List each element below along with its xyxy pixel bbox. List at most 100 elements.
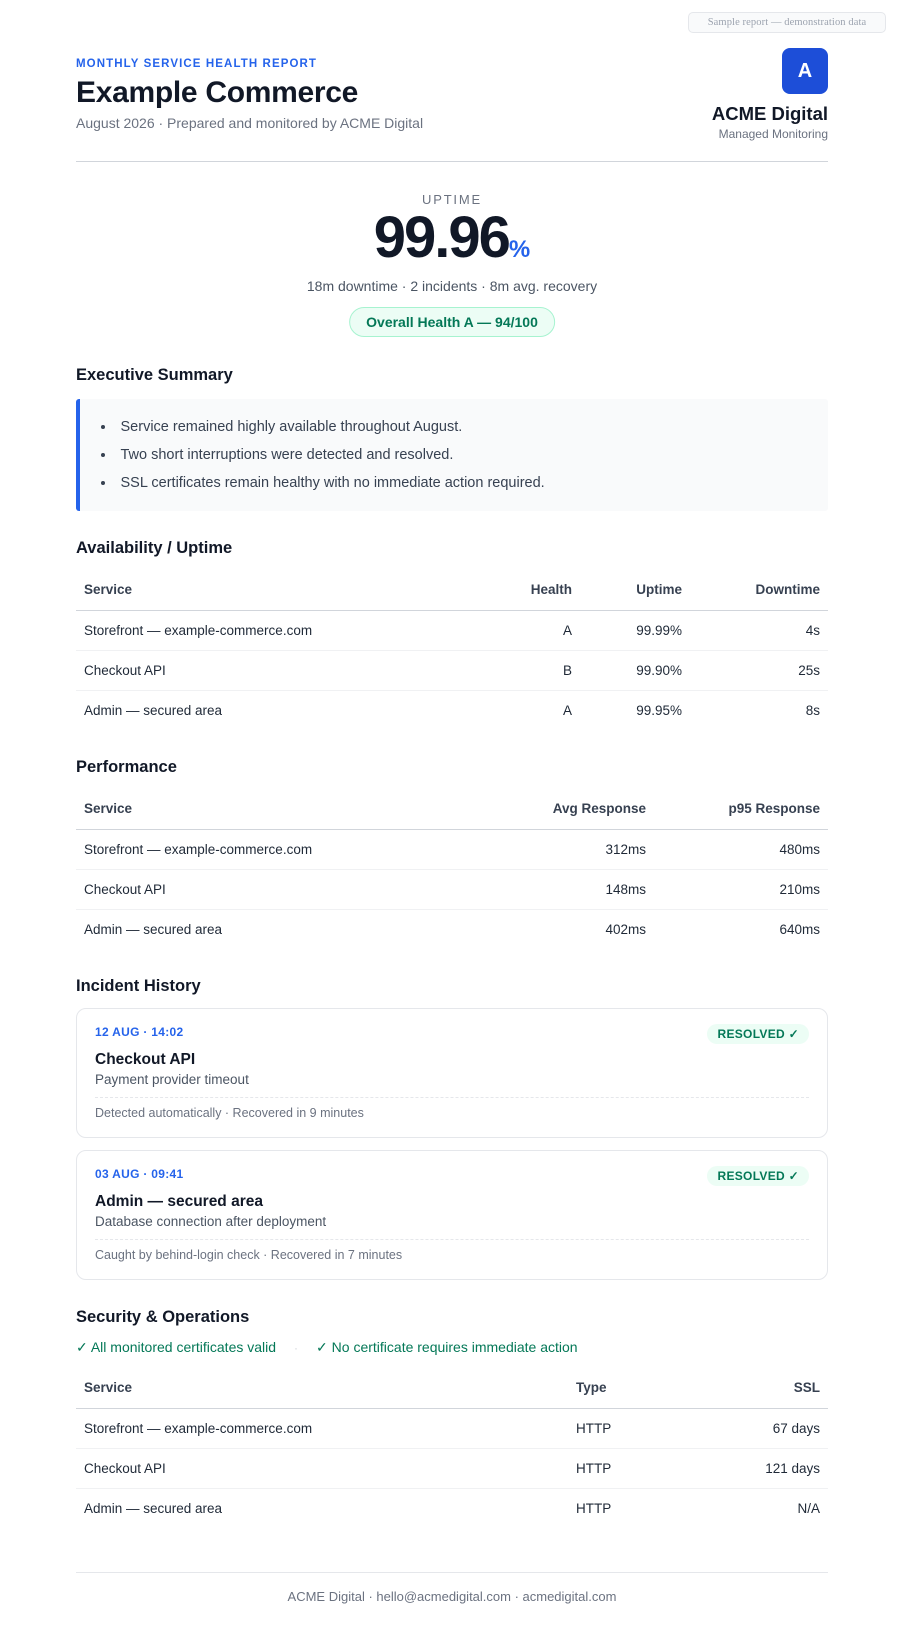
report-kicker: MONTHLY SERVICE HEALTH REPORT	[76, 58, 318, 70]
summary-item: SSL certificates remain healthy with no …	[101, 469, 810, 497]
incident-time: 12 AUG · 14:02	[95, 1025, 184, 1039]
avg-response-cell: 402ms	[605, 921, 646, 937]
brand-tagline: Managed Monitoring	[718, 127, 828, 141]
uptime-unit: %	[508, 236, 531, 263]
ssl-cell: 121 days	[718, 1448, 828, 1489]
uptime-meta: 18m downtime · 2 incidents · 8m avg. rec…	[306, 278, 598, 294]
ssl-cell: N/A	[797, 1500, 820, 1516]
summary-item: Service remained highly available throug…	[101, 413, 810, 441]
incident-heading: Incident History	[76, 977, 201, 995]
no-action-check: ✓ No certificate requires immediate acti…	[316, 1339, 578, 1355]
brand-logo: A	[782, 48, 828, 94]
type-cell: HTTP	[568, 1448, 718, 1489]
security-section: Security & Operations ✓ All monitored ce…	[76, 1308, 828, 1528]
resolved-badge: RESOLVED ✓	[707, 1166, 809, 1186]
summary-list: Service remained highly available throug…	[98, 413, 810, 497]
uptime-hero: UPTIME 99.96% 18m downtime · 2 incidents…	[76, 162, 828, 352]
security-checks: ✓ All monitored certificates valid · ✓ N…	[76, 1339, 828, 1356]
column-header: p95 Response	[654, 789, 828, 830]
performance-table: Service Avg Response p95 Response Storef…	[76, 789, 828, 949]
column-header: Downtime	[690, 570, 828, 611]
table-row: Admin — secured area A 99.95% 8s	[76, 690, 828, 730]
p95-response-cell: 480ms	[654, 829, 828, 870]
resolved-badge: RESOLVED ✓	[707, 1024, 809, 1044]
service-cell: Admin — secured area	[84, 1500, 223, 1516]
summary-heading: Executive Summary	[76, 366, 233, 384]
incident-footnote: Caught by behind-login check · Recovered…	[95, 1239, 809, 1262]
summary-box: Service remained highly available throug…	[76, 399, 828, 511]
performance-heading: Performance	[76, 758, 177, 776]
table-row: Checkout API HTTP 121 days	[76, 1448, 828, 1489]
incident-cause: Database connection after deployment	[95, 1214, 327, 1229]
ssl-cell: 67 days	[718, 1408, 828, 1449]
p95-response-cell: 640ms	[779, 921, 820, 937]
uptime-cell: 99.90%	[580, 650, 690, 691]
table-header-row: Service Avg Response p95 Response	[76, 789, 828, 830]
avg-response-cell: 312ms	[474, 829, 654, 870]
incident-time: 03 AUG · 09:41	[95, 1167, 184, 1181]
p95-response-cell: 210ms	[654, 869, 828, 910]
column-header: Health	[470, 570, 580, 611]
uptime-value: 99.96%	[76, 204, 828, 271]
service-cell: Storefront — example-commerce.com	[76, 829, 474, 870]
availability-section: Availability / Uptime Service Health Upt…	[76, 539, 828, 730]
report-header: MONTHLY SERVICE HEALTH REPORT Example Co…	[76, 0, 828, 162]
service-cell: Storefront — example-commerce.com	[76, 1408, 568, 1449]
column-header: Service	[76, 789, 474, 830]
table-header-row: Service Health Uptime Downtime	[76, 570, 828, 611]
service-cell: Checkout API	[76, 869, 474, 910]
service-cell: Checkout API	[76, 650, 470, 691]
health-badge: Overall Health A — 94/100	[349, 307, 555, 337]
incident-section: Incident History 12 AUG · 14:02 RESOLVED…	[76, 977, 828, 1280]
check-separator: ·	[294, 1340, 299, 1355]
security-table: Service Type SSL Storefront — example-co…	[76, 1368, 828, 1528]
table-row: Admin — secured area 402ms 640ms	[76, 909, 828, 949]
downtime-cell: 8s	[805, 702, 820, 718]
column-header: Service	[76, 570, 470, 611]
table-row: Storefront — example-commerce.com 312ms …	[76, 829, 828, 870]
incident-footnote: Detected automatically · Recovered in 9 …	[95, 1097, 809, 1120]
column-header: Type	[568, 1368, 718, 1409]
table-row: Checkout API B 99.90% 25s	[76, 650, 828, 691]
client-name: Example Commerce	[76, 76, 359, 109]
table-row: Storefront — example-commerce.com HTTP 6…	[76, 1408, 828, 1449]
uptime-cell: 99.99%	[580, 610, 690, 651]
report-subtitle: August 2026 · Prepared and monitored by …	[76, 115, 424, 131]
service-cell: Storefront — example-commerce.com	[76, 610, 470, 651]
service-cell: Admin — secured area	[84, 702, 223, 718]
column-header: Service	[76, 1368, 568, 1409]
type-cell: HTTP	[576, 1500, 612, 1516]
incident-service: Admin — secured area	[95, 1193, 263, 1210]
column-header: Avg Response	[474, 789, 654, 830]
security-heading: Security & Operations	[76, 1308, 250, 1326]
health-cell: B	[470, 650, 580, 691]
service-cell: Admin — secured area	[84, 921, 223, 937]
table-header-row: Service Type SSL	[76, 1368, 828, 1409]
uptime-cell: 99.95%	[636, 702, 682, 718]
type-cell: HTTP	[568, 1408, 718, 1449]
incident-card: 03 AUG · 09:41 RESOLVED ✓ Admin — secure…	[76, 1150, 828, 1280]
column-header: Uptime	[580, 570, 690, 611]
availability-table: Service Health Uptime Downtime Storefron…	[76, 570, 828, 730]
performance-section: Performance Service Avg Response p95 Res…	[76, 758, 828, 949]
report-footer: ACME Digital · hello@acmedigital.com · a…	[76, 1572, 828, 1604]
uptime-number: 99.96	[373, 205, 511, 270]
table-row: Admin — secured area HTTP N/A	[76, 1488, 828, 1528]
report-page: MONTHLY SERVICE HEALTH REPORT Example Co…	[76, 0, 828, 1528]
incident-card: 12 AUG · 14:02 RESOLVED ✓ Checkout API P…	[76, 1008, 828, 1138]
avg-response-cell: 148ms	[474, 869, 654, 910]
incident-service: Checkout API	[95, 1051, 196, 1068]
column-header: SSL	[718, 1368, 828, 1409]
health-cell: A	[562, 702, 572, 718]
downtime-cell: 25s	[690, 650, 828, 691]
certificates-valid-check: ✓ All monitored certificates valid	[76, 1339, 277, 1355]
summary-item: Two short interruptions were detected an…	[101, 441, 810, 469]
health-cell: A	[470, 610, 580, 651]
availability-heading: Availability / Uptime	[76, 539, 233, 557]
brand-name: ACME Digital	[711, 103, 828, 124]
service-cell: Checkout API	[76, 1448, 568, 1489]
table-row: Checkout API 148ms 210ms	[76, 869, 828, 910]
incident-cause: Payment provider timeout	[95, 1072, 249, 1087]
downtime-cell: 4s	[690, 610, 828, 651]
table-row: Storefront — example-commerce.com A 99.9…	[76, 610, 828, 651]
